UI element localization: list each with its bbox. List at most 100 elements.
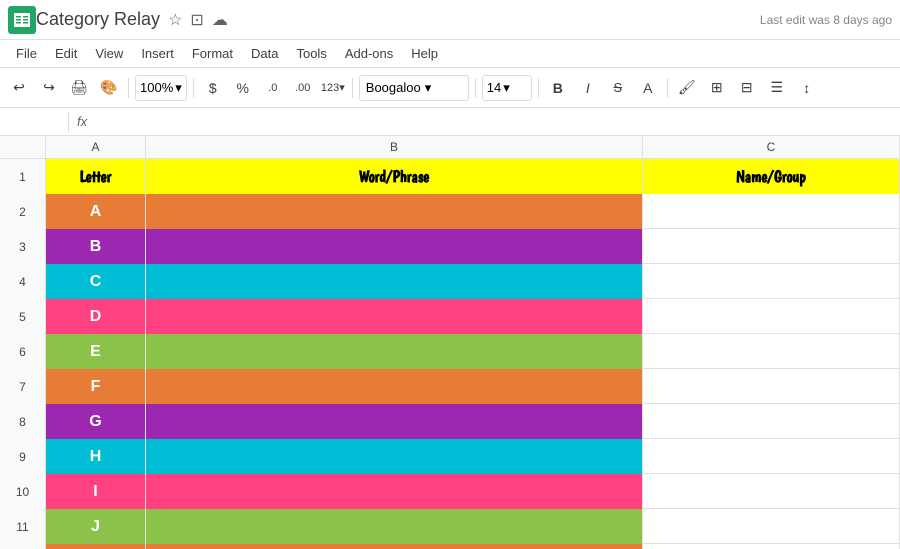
cell-c6[interactable] — [643, 334, 900, 369]
cell-a8[interactable]: G — [46, 404, 146, 439]
cell-a2[interactable]: A — [46, 194, 146, 229]
cell-a3[interactable]: B — [46, 229, 146, 264]
column-headers: A B C — [0, 136, 900, 159]
grid-rows: 1 Letter Word/Phrase Name/Group 2 A 3 B … — [0, 159, 900, 549]
menu-format[interactable]: Format — [184, 44, 241, 63]
cell-c12[interactable] — [643, 544, 900, 549]
col-header-c[interactable]: C — [643, 136, 900, 158]
cell-a9[interactable]: H — [46, 439, 146, 474]
formula-bar-divider — [68, 112, 69, 132]
menu-file[interactable]: File — [8, 44, 45, 63]
toolbar: ↩ ↪ 🖨 🎨 100% ▾ $ % .0 .00 123▾ Boogaloo … — [0, 68, 900, 108]
valign-button[interactable]: ↕ — [794, 75, 820, 101]
print-button[interactable]: 🖨 — [66, 75, 92, 101]
title-bar: Category Relay ☆ ⊡ ☁ Last edit was 8 day… — [0, 0, 900, 40]
cell-c7[interactable] — [643, 369, 900, 404]
cell-c1[interactable]: Name/Group — [643, 159, 900, 194]
cell-b7[interactable] — [146, 369, 643, 404]
cell-b6[interactable] — [146, 334, 643, 369]
cell-c2[interactable] — [643, 194, 900, 229]
text-color-button[interactable]: A — [635, 75, 661, 101]
merge-button[interactable]: ⊟ — [734, 75, 760, 101]
cell-c3[interactable] — [643, 229, 900, 264]
app-icon — [8, 6, 36, 34]
table-row: 8 G — [0, 404, 900, 439]
bold-button[interactable]: B — [545, 75, 571, 101]
currency-button[interactable]: $ — [200, 75, 226, 101]
toolbar-divider-4 — [475, 78, 476, 98]
table-row: 10 I — [0, 474, 900, 509]
cell-a4[interactable]: C — [46, 264, 146, 299]
borders-button[interactable]: ⊞ — [704, 75, 730, 101]
cell-b10[interactable] — [146, 474, 643, 509]
menu-tools[interactable]: Tools — [288, 44, 334, 63]
row-number: 1 — [0, 159, 46, 194]
row-number: 9 — [0, 439, 46, 474]
toolbar-divider-3 — [352, 78, 353, 98]
row-number: 2 — [0, 194, 46, 229]
table-row: 4 C — [0, 264, 900, 299]
cell-b9[interactable] — [146, 439, 643, 474]
font-select[interactable]: Boogaloo ▾ — [359, 75, 469, 101]
cell-b4[interactable] — [146, 264, 643, 299]
align-button[interactable]: ☰ — [764, 75, 790, 101]
menu-data[interactable]: Data — [243, 44, 286, 63]
col-header-b[interactable]: B — [146, 136, 643, 158]
star-icon[interactable]: ☆ — [168, 10, 182, 30]
row-number: 12 — [0, 544, 46, 549]
decimal-more-button[interactable]: .00 — [290, 75, 316, 101]
zoom-select[interactable]: 100% ▾ — [135, 75, 187, 101]
menu-insert[interactable]: Insert — [133, 44, 182, 63]
font-size-select[interactable]: 14 ▾ — [482, 75, 532, 101]
cell-a7[interactable]: F — [46, 369, 146, 404]
cell-c10[interactable] — [643, 474, 900, 509]
decimal-less-button[interactable]: .0 — [260, 75, 286, 101]
table-row: 9 H — [0, 439, 900, 474]
cell-a11[interactable]: J — [46, 509, 146, 544]
row-number: 5 — [0, 299, 46, 334]
cell-b1[interactable]: Word/Phrase — [146, 159, 643, 194]
font-size-value: 14 — [487, 80, 501, 95]
menu-edit[interactable]: Edit — [47, 44, 85, 63]
formula-input[interactable] — [95, 114, 896, 129]
cell-a5[interactable]: D — [46, 299, 146, 334]
italic-button[interactable]: I — [575, 75, 601, 101]
col-header-a[interactable]: A — [46, 136, 146, 158]
cloud-icon[interactable]: ☁ — [212, 10, 228, 30]
cell-a12[interactable]: K — [46, 544, 146, 549]
cell-reference-input[interactable] — [4, 111, 64, 133]
history-icon[interactable]: ⊡ — [190, 10, 203, 30]
cell-c4[interactable] — [643, 264, 900, 299]
table-row: 7 F — [0, 369, 900, 404]
percent-button[interactable]: % — [230, 75, 256, 101]
table-row: 5 D — [0, 299, 900, 334]
cell-b5[interactable] — [146, 299, 643, 334]
cell-c8[interactable] — [643, 404, 900, 439]
cell-b3[interactable] — [146, 229, 643, 264]
toolbar-divider-2 — [193, 78, 194, 98]
cell-a1[interactable]: Letter — [46, 159, 146, 194]
cell-b12[interactable] — [146, 544, 643, 549]
cell-a10[interactable]: I — [46, 474, 146, 509]
title-action-icons: ☆ ⊡ ☁ — [168, 10, 228, 30]
strikethrough-button[interactable]: S — [605, 75, 631, 101]
redo-button[interactable]: ↪ — [36, 75, 62, 101]
cell-b8[interactable] — [146, 404, 643, 439]
highlight-color-button[interactable]: 🖌 — [674, 75, 700, 101]
cell-c11[interactable] — [643, 509, 900, 544]
cell-b11[interactable] — [146, 509, 643, 544]
menu-view[interactable]: View — [87, 44, 131, 63]
undo-button[interactable]: ↩ — [6, 75, 32, 101]
cell-a6[interactable]: E — [46, 334, 146, 369]
cell-b2[interactable] — [146, 194, 643, 229]
cell-c9[interactable] — [643, 439, 900, 474]
row-number: 7 — [0, 369, 46, 404]
table-row: 1 Letter Word/Phrase Name/Group — [0, 159, 900, 194]
cell-c5[interactable] — [643, 299, 900, 334]
format-more-button[interactable]: 123▾ — [320, 75, 346, 101]
toolbar-divider-6 — [667, 78, 668, 98]
paint-format-button[interactable]: 🎨 — [96, 75, 122, 101]
menu-help[interactable]: Help — [403, 44, 446, 63]
menu-addons[interactable]: Add-ons — [337, 44, 401, 63]
zoom-arrow: ▾ — [175, 80, 182, 96]
